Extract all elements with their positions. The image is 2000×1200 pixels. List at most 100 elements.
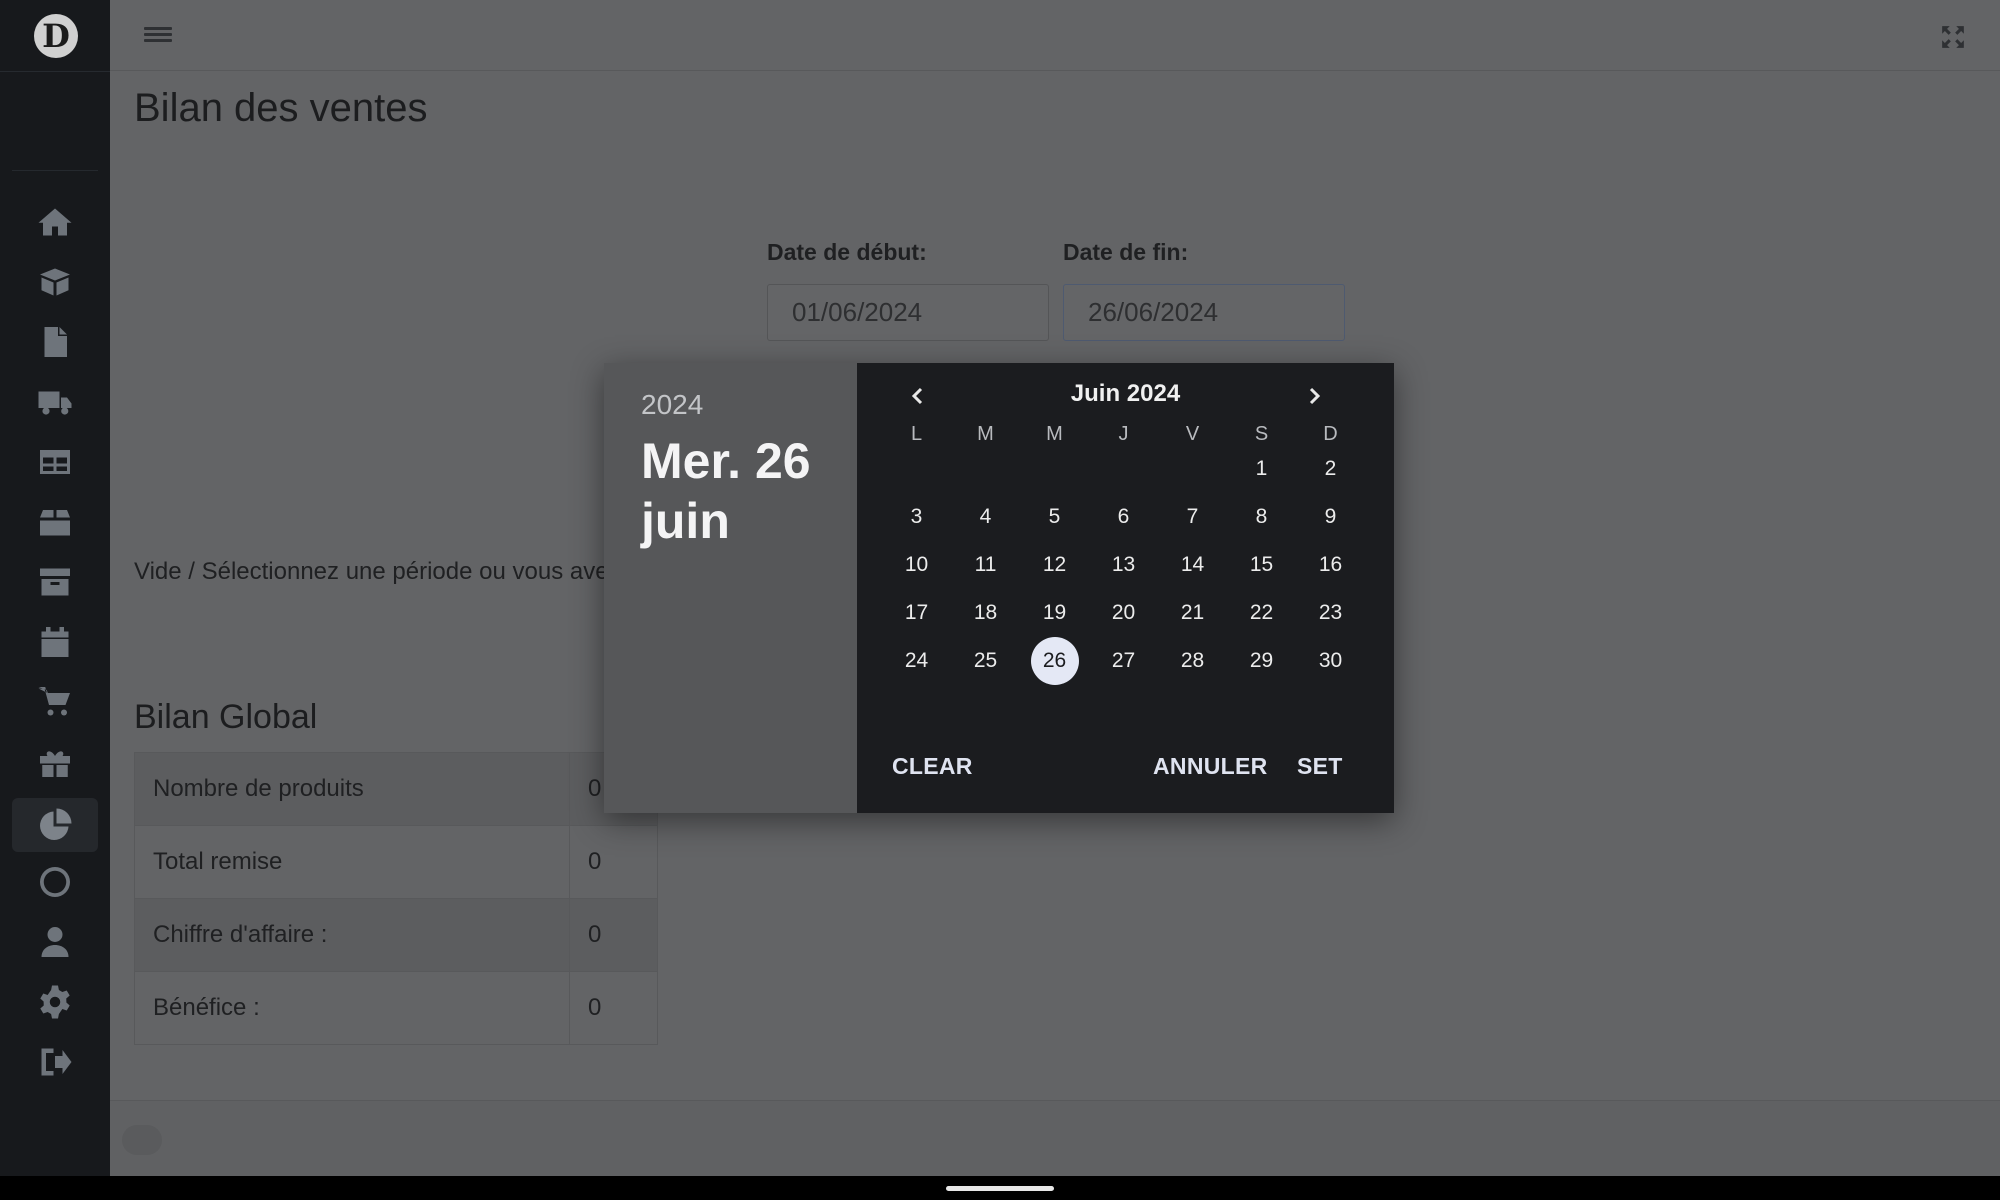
calendar-day[interactable]: 28 xyxy=(1158,637,1227,685)
calendar-day[interactable]: 18 xyxy=(951,589,1020,637)
calendar-day[interactable]: 1 xyxy=(1227,445,1296,493)
footer-handle xyxy=(122,1125,162,1155)
calendar-day[interactable]: 6 xyxy=(1089,493,1158,541)
calendar-day-number: 14 xyxy=(1180,553,1205,576)
calendar-day[interactable]: 3 xyxy=(882,493,951,541)
start-date-input[interactable]: 01/06/2024 xyxy=(767,284,1049,341)
calendar-day[interactable]: 21 xyxy=(1158,589,1227,637)
summary-table: Nombre de produits 0 Total remise 0 Chif… xyxy=(134,752,658,1045)
cancel-button[interactable]: ANNULER xyxy=(1153,753,1268,780)
sidebar-item-products[interactable] xyxy=(12,255,98,309)
calendar-blank xyxy=(1158,445,1227,493)
calendar-day-number: 15 xyxy=(1249,553,1274,576)
sidebar-item-stock[interactable] xyxy=(12,495,98,549)
calendar-day[interactable]: 16 xyxy=(1296,541,1365,589)
calendar-day[interactable]: 5 xyxy=(1020,493,1089,541)
calendar-blank xyxy=(882,445,951,493)
calendar-day[interactable]: 23 xyxy=(1296,589,1365,637)
calendar-day[interactable]: 10 xyxy=(882,541,951,589)
calendar-day[interactable]: 7 xyxy=(1158,493,1227,541)
calendar-day[interactable]: 11 xyxy=(951,541,1020,589)
sidebar-item-home[interactable] xyxy=(12,195,98,249)
calendar-day[interactable]: 24 xyxy=(882,637,951,685)
next-month-button[interactable] xyxy=(1297,379,1331,413)
calendar-day[interactable]: 4 xyxy=(951,493,1020,541)
sidebar-header: D xyxy=(0,0,110,72)
end-date-input[interactable]: 26/06/2024 xyxy=(1063,284,1345,341)
calendar-day-number: 30 xyxy=(1318,649,1343,672)
calendar-day-number: 3 xyxy=(910,505,923,528)
calendar-day-number: 11 xyxy=(974,553,997,576)
fullscreen-icon[interactable] xyxy=(1940,24,1966,50)
table-row: Bénéfice : 0 xyxy=(134,971,658,1045)
app-logo[interactable]: D xyxy=(34,14,78,58)
row-label: Bénéfice : xyxy=(134,971,570,1045)
calendar-day[interactable]: 8 xyxy=(1227,493,1296,541)
calendar-day[interactable]: 17 xyxy=(882,589,951,637)
weekday-label: M xyxy=(977,423,994,445)
calendar-day[interactable]: 22 xyxy=(1227,589,1296,637)
calendar-day-number: 29 xyxy=(1249,649,1274,672)
picker-selected-date: Mer. 26 juin xyxy=(641,433,811,549)
sidebar-item-users[interactable] xyxy=(12,915,98,969)
row-label: Total remise xyxy=(134,825,570,899)
date-picker-dialog: 2024 Mer. 26 juin Juin 2024 LMMJVSD 1234… xyxy=(604,363,1394,813)
calendar-day[interactable]: 9 xyxy=(1296,493,1365,541)
weekday-label: D xyxy=(1323,423,1338,445)
calendar-panel: Juin 2024 LMMJVSD 1 2 3 4 5 6 7 8 9 10 11 12 13 14 15 1… xyxy=(857,363,1394,813)
calendar-day-number: 21 xyxy=(1180,601,1205,624)
sidebar-item-documents[interactable] xyxy=(12,315,98,369)
calendar-day-number: 16 xyxy=(1318,553,1343,576)
sidebar-item-settings[interactable] xyxy=(12,975,98,1029)
file-icon xyxy=(44,327,67,357)
calendar-day[interactable]: 14 xyxy=(1158,541,1227,589)
clear-button[interactable]: CLEAR xyxy=(892,753,973,780)
sidebar-divider xyxy=(12,170,98,171)
sidebar-item-reports[interactable] xyxy=(12,798,98,852)
gift-icon xyxy=(40,751,70,777)
calendar-day-number: 5 xyxy=(1048,505,1061,528)
calendar-day[interactable]: 20 xyxy=(1089,589,1158,637)
calendar-day[interactable]: 2 xyxy=(1296,445,1365,493)
sidebar-item-status[interactable] xyxy=(12,855,98,909)
previous-month-button[interactable] xyxy=(901,379,935,413)
sidebar-item-delivery[interactable] xyxy=(12,375,98,429)
calendar-blank xyxy=(1020,445,1089,493)
calendar-day-number: 23 xyxy=(1318,601,1343,624)
calendar-day[interactable]: 30 xyxy=(1296,637,1365,685)
sidebar-item-promotions[interactable] xyxy=(12,735,98,789)
sidebar-item-archive[interactable] xyxy=(12,555,98,609)
row-value: 0 xyxy=(569,825,658,899)
menu-toggle-icon[interactable] xyxy=(144,24,172,48)
set-button[interactable]: SET xyxy=(1297,753,1343,780)
calendar-day[interactable]: 12 xyxy=(1020,541,1089,589)
box-open-icon xyxy=(40,268,70,296)
calendar-day[interactable]: 13 xyxy=(1089,541,1158,589)
circle-icon xyxy=(40,867,70,897)
date-picker-header: 2024 Mer. 26 juin xyxy=(604,363,857,813)
calendar-day[interactable]: 25 xyxy=(951,637,1020,685)
page-title: Bilan des ventes xyxy=(134,86,428,130)
calendar-day-number: 26 xyxy=(1030,637,1079,685)
sidebar-item-table[interactable] xyxy=(12,435,98,489)
calendar-day[interactable]: 27 xyxy=(1089,637,1158,685)
table-row: Total remise 0 xyxy=(134,825,658,899)
calendar-day-number: 1 xyxy=(1255,457,1268,480)
calendar-day-number: 17 xyxy=(904,601,929,624)
sidebar-item-calendar[interactable] xyxy=(12,615,98,669)
calendar-day-selected[interactable]: 26 xyxy=(1020,637,1089,685)
calendar-blank xyxy=(951,445,1020,493)
calendar-day-number: 20 xyxy=(1111,601,1136,624)
calendar-day[interactable]: 19 xyxy=(1020,589,1089,637)
calendar-day[interactable]: 29 xyxy=(1227,637,1296,685)
sidebar-item-logout[interactable] xyxy=(12,1035,98,1089)
sidebar: D xyxy=(0,0,110,1176)
picker-year[interactable]: 2024 xyxy=(641,389,703,421)
weekday-label: M xyxy=(1046,423,1063,445)
calendar-day-number: 24 xyxy=(904,649,929,672)
home-gesture-handle[interactable] xyxy=(946,1186,1054,1191)
sidebar-item-sales[interactable] xyxy=(12,675,98,729)
calendar-day-number: 12 xyxy=(1042,553,1067,576)
calendar-day[interactable]: 15 xyxy=(1227,541,1296,589)
calendar-day-number: 19 xyxy=(1042,601,1067,624)
